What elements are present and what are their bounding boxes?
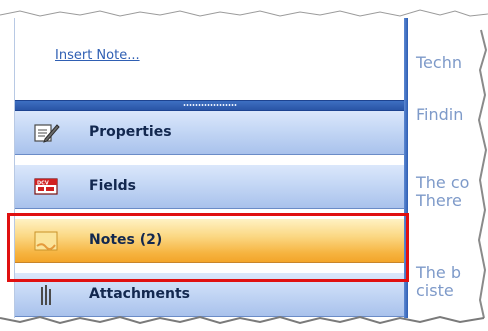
insert-note-link[interactable]: Insert Note...: [55, 48, 140, 63]
screenshot-canvas: Insert Note... Properties DCV Fields Not…: [0, 0, 488, 331]
attachments-icon: [41, 285, 51, 305]
navigation-panel: Insert Note... Properties DCV Fields Not…: [14, 18, 405, 318]
preview-text-line: The co: [416, 173, 470, 192]
properties-icon: [34, 124, 60, 143]
nav-label-attachments: Attachments: [89, 286, 191, 302]
preview-text-line: Techn: [416, 53, 462, 72]
fields-icon: DCV: [34, 178, 58, 195]
nav-label-properties: Properties: [89, 124, 172, 140]
panel-splitter[interactable]: [15, 100, 405, 111]
preview-text-line: ciste: [416, 281, 454, 300]
notes-area: Insert Note...: [15, 18, 405, 100]
document-preview-pane: Techn Findin The co There The b ciste: [408, 18, 488, 318]
nav-item-attachments[interactable]: Attachments: [15, 273, 405, 317]
nav-item-properties[interactable]: Properties: [15, 111, 405, 155]
preview-text-line: There: [416, 191, 462, 210]
preview-text-line: The b: [416, 263, 461, 282]
nav-item-notes[interactable]: Notes (2): [15, 219, 405, 263]
preview-text-line: Findin: [416, 105, 464, 124]
nav-label-fields: Fields: [89, 178, 137, 194]
nav-label-notes: Notes (2): [89, 232, 163, 248]
notes-icon: [34, 231, 58, 251]
splitter-grip[interactable]: [183, 104, 237, 106]
svg-text:DCV: DCV: [37, 181, 49, 187]
nav-item-fields[interactable]: DCV Fields: [15, 165, 405, 209]
